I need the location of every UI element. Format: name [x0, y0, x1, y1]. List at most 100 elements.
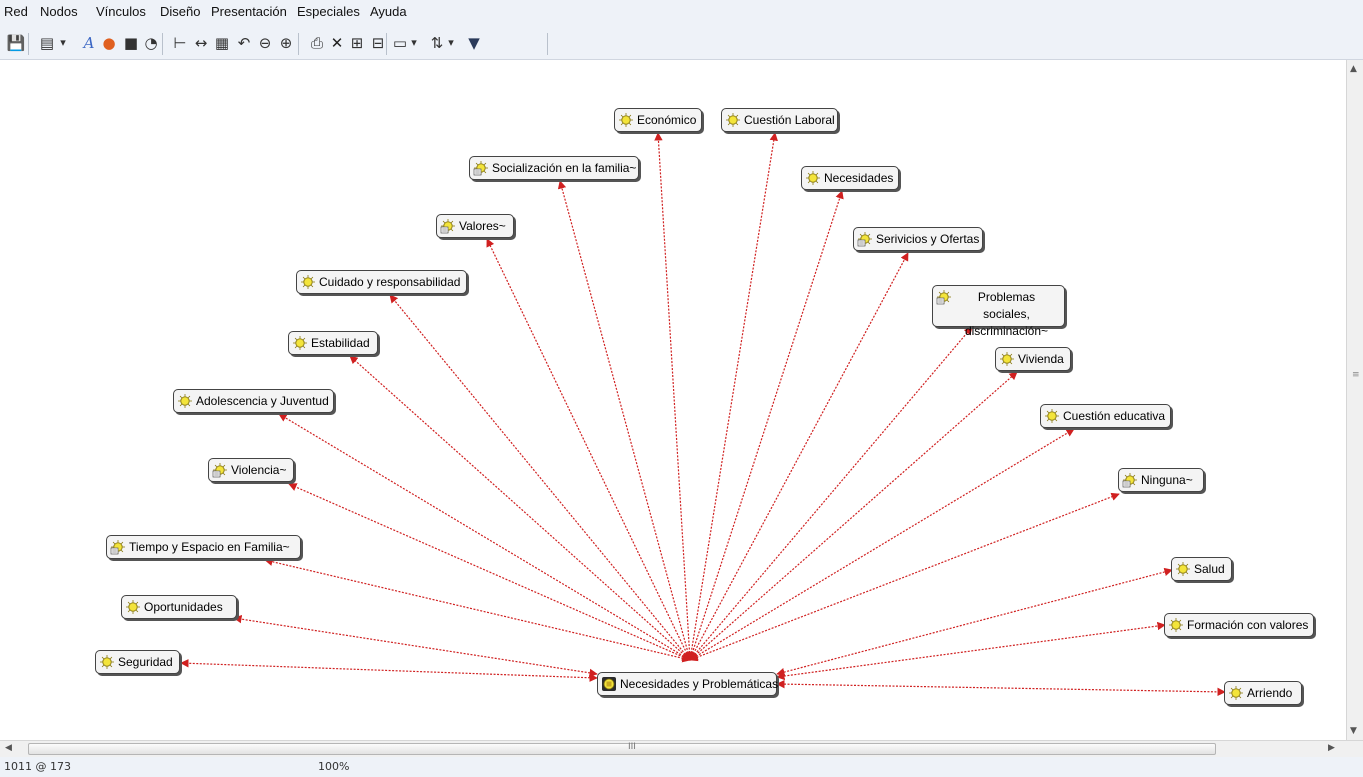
filter-icon[interactable]: ▼	[465, 34, 483, 52]
edge-ninguna[interactable]	[689, 492, 1120, 662]
node-socializacion[interactable]: Socialización en la familia~	[469, 156, 639, 180]
node-necesidades[interactable]: Necesidades	[801, 166, 899, 190]
hierarchy-layout-icon[interactable]: ⊢	[171, 34, 189, 52]
color-wheel-icon[interactable]: ●	[100, 34, 118, 52]
status-coordinates: 1011 @ 173	[4, 760, 71, 773]
scroll-grip-icon: ≡	[1352, 370, 1360, 380]
scroll-left-arrow-icon[interactable]: ◀	[5, 743, 12, 753]
edge-seguridad[interactable]	[180, 659, 598, 682]
scroll-right-arrow-icon[interactable]: ▶	[1328, 743, 1335, 753]
delete-icon[interactable]: ✕	[328, 34, 346, 52]
node-cuidado[interactable]: Cuidado y responsabilidad	[296, 270, 467, 294]
vertical-scrollbar[interactable]: ▲ ≡ ▼	[1346, 60, 1363, 740]
new-node-icon[interactable]: ▤	[38, 34, 56, 52]
edge-vivienda[interactable]	[689, 371, 1018, 661]
node-ninguna[interactable]: Ninguna~	[1118, 468, 1204, 492]
edge-socializacion[interactable]	[557, 180, 693, 661]
save-icon[interactable]: 💾	[7, 34, 26, 52]
toolbar-separator	[28, 33, 29, 55]
dropdown-arrow-icon[interactable]: ▾	[409, 34, 419, 52]
edge-cuestion-laboral[interactable]	[687, 132, 778, 661]
node-oportunidades[interactable]: Oportunidades	[121, 595, 237, 619]
edge-tiempo[interactable]	[264, 557, 691, 663]
node-label: Ninguna~	[1141, 473, 1193, 487]
font-icon[interactable]: A	[80, 34, 98, 52]
scroll-down-arrow-icon[interactable]: ▼	[1350, 726, 1357, 736]
menu-item-6[interactable]: Ayuda	[370, 4, 407, 20]
link-nodes-icon[interactable]: ⊞	[348, 34, 366, 52]
commented-code-icon	[440, 219, 455, 234]
edge-oportunidades[interactable]	[233, 615, 598, 677]
edge-arriendo[interactable]	[776, 679, 1226, 697]
menu-item-0[interactable]: Red	[4, 4, 28, 20]
menu-item-5[interactable]: Especiales	[297, 4, 360, 20]
node-label: Adolescencia y Juventud	[196, 394, 329, 408]
node-seguridad[interactable]: Seguridad	[95, 650, 180, 674]
node-violencia[interactable]: Violencia~	[208, 458, 294, 482]
menu-item-4[interactable]: Presentación	[211, 4, 287, 20]
distribute-horizontal-icon[interactable]: ↔	[192, 34, 210, 52]
node-label: Necesidades y Problemáticas	[620, 677, 779, 691]
scroll-up-arrow-icon[interactable]: ▲	[1350, 64, 1357, 74]
code-icon	[293, 336, 307, 350]
node-cuestion-laboral[interactable]: Cuestión Laboral	[721, 108, 838, 132]
edge-educativa[interactable]	[689, 428, 1075, 661]
node-adolescencia[interactable]: Adolescencia y Juventud	[173, 389, 334, 413]
node-estabilidad[interactable]: Estabilidad	[288, 331, 378, 355]
node-tiempo[interactable]: Tiempo y Espacio en Familia~	[106, 535, 301, 559]
node-color-icon[interactable]: ■	[122, 34, 140, 52]
zoom-in-icon[interactable]: ⊕	[277, 34, 295, 52]
zoom-out-icon[interactable]: ⊖	[256, 34, 274, 52]
node-necesidades-y-problematicas[interactable]: Necesidades y Problemáticas	[597, 672, 779, 696]
status-bar: 1011 @ 173 100%	[0, 757, 1363, 777]
edge-servicios[interactable]	[689, 252, 909, 661]
node-problemas[interactable]: Problemas sociales, discriminación~	[932, 285, 1065, 338]
node-label: Oportunidades	[144, 600, 223, 614]
node-formacion[interactable]: Formación con valores	[1164, 613, 1314, 637]
node-label: Estabilidad	[311, 336, 370, 350]
menu-item-3[interactable]: Diseño	[160, 4, 200, 20]
grid-icon[interactable]: ▦	[213, 34, 231, 52]
status-zoom: 100%	[318, 760, 350, 773]
commented-code-icon	[110, 540, 125, 555]
edge-valores[interactable]	[486, 238, 691, 661]
node-vivienda[interactable]: Vivienda	[995, 347, 1071, 371]
node-educativa[interactable]: Cuestión educativa	[1040, 404, 1171, 428]
dropdown-arrow-icon[interactable]: ▾	[446, 34, 456, 52]
node-arriendo[interactable]: Arriendo	[1224, 681, 1302, 705]
edge-estabilidad[interactable]	[349, 355, 691, 661]
edge-violencia[interactable]	[288, 483, 691, 661]
node-valores[interactable]: Valores~	[436, 214, 514, 238]
menu-bar: Red Nodos Vínculos Diseño Presentación Especi…	[0, 0, 1363, 27]
print-icon[interactable]: ⎙	[308, 34, 326, 52]
commented-code-icon	[857, 232, 872, 247]
node-label: Seguridad	[118, 655, 173, 669]
edge-salud[interactable]	[776, 567, 1173, 677]
edge-economico[interactable]	[654, 132, 694, 661]
menu-item-1[interactable]: Nodos	[40, 4, 78, 20]
code-icon	[1169, 618, 1183, 632]
commented-code-icon	[212, 463, 227, 478]
code-icon	[126, 600, 140, 614]
sort-icon[interactable]: ⇅	[428, 34, 446, 52]
undo-icon[interactable]: ↶	[235, 34, 253, 52]
edge-adolescencia[interactable]	[278, 413, 691, 661]
node-salud[interactable]: Salud	[1171, 557, 1232, 581]
node-label: Tiempo y Espacio en Familia~	[129, 540, 290, 554]
menu-item-2[interactable]: Vínculos	[96, 4, 146, 20]
node-economico[interactable]: Económico	[614, 108, 702, 132]
node-label: Problemas sociales, discriminación~	[964, 290, 1049, 338]
commented-code-icon	[1122, 473, 1137, 488]
display-options-icon[interactable]: ▭	[391, 34, 409, 52]
node-label: Cuestión Laboral	[744, 113, 835, 127]
dropdown-arrow-icon[interactable]: ▾	[58, 34, 68, 52]
network-canvas[interactable]: Necesidades y Problemáticas Económico Cues…	[0, 60, 1346, 740]
horizontal-scroll-thumb[interactable]	[28, 743, 1216, 755]
comment-icon[interactable]: ◔	[142, 34, 160, 52]
edge-formacion[interactable]	[776, 621, 1166, 681]
edge-necesidades[interactable]	[688, 190, 844, 661]
edge-problemas[interactable]	[689, 326, 973, 661]
node-servicios[interactable]: Serivicios y Ofertas	[853, 227, 983, 251]
horizontal-scrollbar[interactable]: ◀ III ▶	[0, 740, 1363, 757]
unlink-nodes-icon[interactable]: ⊟	[369, 34, 387, 52]
